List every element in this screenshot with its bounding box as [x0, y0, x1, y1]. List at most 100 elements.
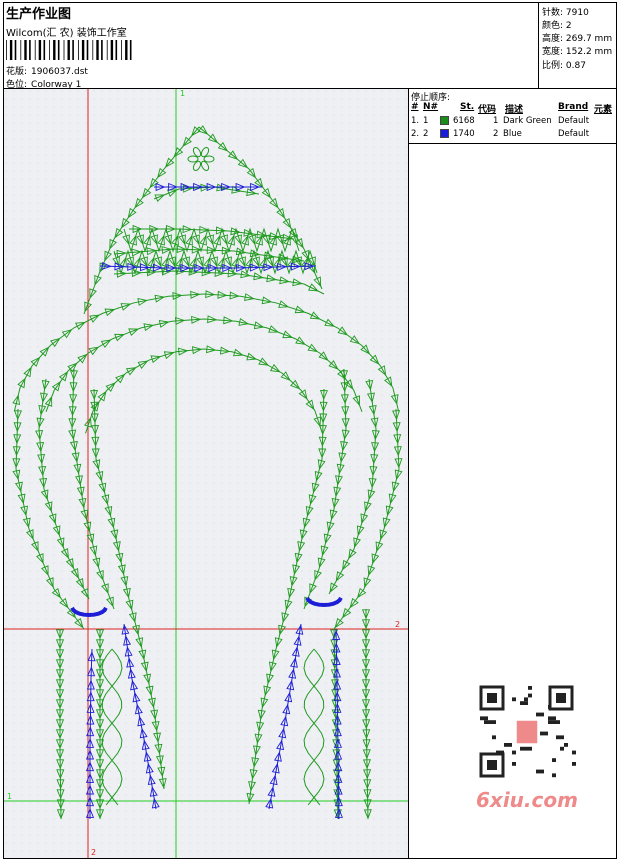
- qr-module: [528, 693, 532, 698]
- barcode-bar: [67, 40, 70, 60]
- qr-module: [544, 731, 548, 736]
- stitch-count-value: 7910: [565, 8, 589, 18]
- row2-st: 1740: [453, 129, 475, 139]
- barcode-bar: [20, 40, 22, 60]
- color-count-value: 2: [565, 21, 572, 31]
- row1-color-swatch: [440, 116, 449, 125]
- qr-logo-stamp: [515, 719, 539, 745]
- barcode-bar: [96, 40, 99, 60]
- barcode-bar: [57, 40, 60, 60]
- row2-brand: Default: [558, 129, 590, 139]
- barcode-bar: [110, 40, 114, 60]
- qr-module: [528, 746, 532, 751]
- design-file: 花版: 1906037.dst: [6, 64, 88, 77]
- stitch-count-label: 针数:: [542, 8, 564, 18]
- guide-label-left: 1: [7, 792, 12, 801]
- watermark-text: 6xiu.com: [476, 788, 578, 812]
- qr-module: [492, 735, 496, 740]
- design-width-label: 宽度:: [542, 47, 564, 57]
- qr-module: [524, 697, 528, 702]
- design-label: 花版:: [6, 67, 28, 77]
- barcode-bar: [38, 40, 42, 60]
- qr-module: [484, 716, 488, 721]
- design-scale-label: 比例:: [542, 61, 564, 71]
- barcode-bar: [43, 40, 46, 60]
- row1-desc: Dark Green: [503, 116, 552, 126]
- qr-module: [504, 743, 508, 747]
- barcode-bar: [81, 40, 85, 60]
- design-height: 高度: 269.7 mm: [542, 31, 612, 44]
- col-code: 代码: [478, 105, 497, 115]
- guide-label-right: 2: [395, 620, 400, 629]
- barcode-bar: [78, 40, 79, 60]
- qr-module: [480, 716, 484, 721]
- qr-module: [540, 712, 544, 717]
- barcode-bar: [115, 40, 118, 60]
- barcode-bar: [106, 40, 108, 60]
- barcode-bar: [101, 40, 103, 60]
- col-st: St.: [460, 102, 475, 112]
- qr-module: [548, 716, 552, 721]
- row2-code: 2: [493, 129, 499, 139]
- qr-finder-center: [487, 693, 497, 703]
- barcode-bar: [14, 40, 17, 60]
- col-n: N#: [423, 102, 439, 112]
- design-value: 1906037.dst: [31, 67, 88, 77]
- design-width: 宽度: 152.2 mm: [542, 44, 612, 57]
- qr-module: [560, 746, 564, 751]
- design-height-label: 高度:: [542, 34, 564, 44]
- stats-panel: 针数: 7910 颜色: 2 高度: 269.7 mm 宽度: 152.2 mm…: [538, 2, 617, 88]
- qr-module: [552, 720, 556, 724]
- color-count: 颜色: 2: [542, 18, 572, 31]
- qr-module: [520, 746, 524, 751]
- row1-code: 1: [493, 116, 499, 126]
- barcode-bar: [29, 40, 31, 60]
- qr-module: [564, 743, 568, 747]
- barcode-bar: [125, 40, 128, 60]
- guide-label-top: 1: [180, 89, 185, 98]
- design-height-value: 269.7 mm: [565, 34, 613, 44]
- qr-module: [572, 762, 576, 766]
- color-count-label: 颜色:: [542, 21, 564, 31]
- qr-code-watermark: [470, 682, 584, 782]
- qr-module: [524, 701, 528, 705]
- barcode-bar: [129, 40, 132, 60]
- qr-module: [492, 720, 496, 724]
- qr-module: [560, 735, 564, 740]
- barcode-bar: [24, 40, 27, 60]
- header-info: 生产作业图 Wilcom(汇 农) 装饰工作室 花版: 1906037.dst 色…: [4, 2, 538, 90]
- barcode-bar: [86, 40, 89, 60]
- stitch-count: 针数: 7910: [542, 5, 589, 18]
- row1-hash: 1.: [411, 116, 420, 126]
- company-name: Wilcom(汇 农) 装饰工作室: [6, 28, 127, 39]
- qr-module: [556, 720, 560, 724]
- row2-desc: Blue: [503, 129, 522, 139]
- page-title: 生产作业图: [6, 7, 72, 22]
- qr-module: [512, 750, 516, 755]
- qr-module: [536, 769, 540, 774]
- qr-module: [556, 735, 560, 740]
- col-desc: 描述: [505, 105, 524, 115]
- design-scale: 比例: 0.87: [542, 58, 586, 71]
- qr-module: [508, 743, 512, 747]
- qr-module: [540, 769, 544, 774]
- design-scale-value: 0.87: [565, 61, 586, 71]
- row1-n: 1: [423, 116, 429, 126]
- barcode-bar: [53, 40, 56, 60]
- qr-module: [484, 720, 488, 724]
- barcode: [6, 40, 132, 60]
- embroidery-artwork: 1 1 2 2: [4, 89, 408, 858]
- qr-module: [536, 712, 540, 717]
- barcode-bar: [121, 40, 122, 60]
- barcode-bar: [63, 40, 65, 60]
- col-brand: Brand: [558, 102, 589, 112]
- row2-hash: 2.: [411, 129, 420, 139]
- qr-module: [548, 720, 552, 724]
- row2-color-swatch: [440, 129, 449, 138]
- stitch-drawing: 1 1 2 2: [4, 89, 409, 858]
- barcode-bar: [6, 40, 7, 60]
- qr-module: [540, 731, 544, 736]
- barcode-bar: [9, 40, 13, 60]
- barcode-bar: [49, 40, 50, 60]
- stop-sequence-panel: 停止顺序: # N# St. 代码 描述 Brand 元素 1. 1 6168 …: [409, 89, 616, 144]
